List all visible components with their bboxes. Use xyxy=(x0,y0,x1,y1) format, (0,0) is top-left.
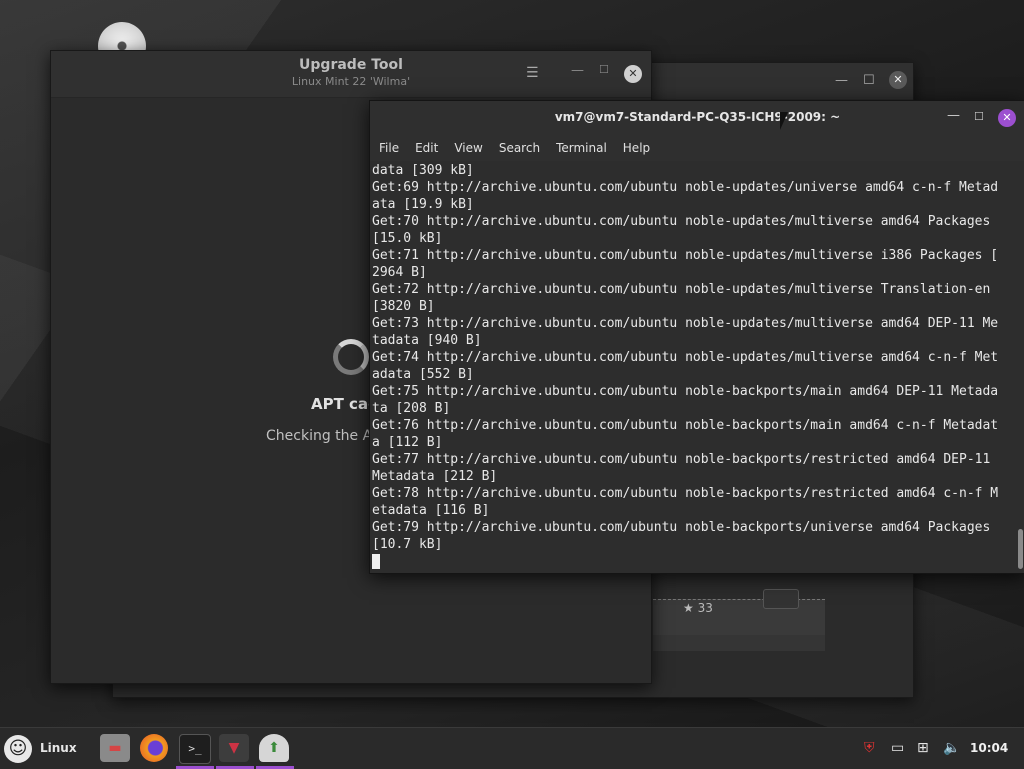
terminal-line: Get:75 http://archive.ubuntu.com/ubuntu … xyxy=(372,384,999,399)
terminal-line: ata [19.9 kB] xyxy=(372,197,474,212)
terminal-line: Get:74 http://archive.ubuntu.com/ubuntu … xyxy=(372,350,999,365)
menu-search[interactable]: Search xyxy=(499,141,540,155)
cinnamon-icon[interactable]: ▼ xyxy=(219,734,249,762)
shield-icon[interactable]: ⛨ xyxy=(864,740,875,756)
terminal-line: Get:72 http://archive.ubuntu.com/ubuntu … xyxy=(372,282,991,297)
terminal-line: [15.0 kB] xyxy=(372,231,443,246)
terminal-line: Get:69 http://archive.ubuntu.com/ubuntu … xyxy=(372,180,999,195)
terminal-line: Metadata [212 B] xyxy=(372,469,498,484)
terminal-line: [10.7 kB] xyxy=(372,537,443,552)
menu-edit[interactable]: Edit xyxy=(415,141,438,155)
maximize-icon[interactable]: ☐ xyxy=(863,73,875,88)
terminal-line: Get:76 http://archive.ubuntu.com/ubuntu … xyxy=(372,418,999,433)
minimize-icon[interactable]: — xyxy=(947,108,960,123)
terminal-line: tadata [940 B] xyxy=(372,333,482,348)
minimize-icon[interactable]: — xyxy=(571,63,584,78)
menu-terminal[interactable]: Terminal xyxy=(556,141,607,155)
network-icon[interactable]: ⊞ xyxy=(917,740,929,756)
terminal-cursor xyxy=(372,554,380,569)
volume-icon[interactable]: 🔈 xyxy=(943,740,960,756)
upgrade-tool-titlebar[interactable]: Upgrade Tool Linux Mint 22 'Wilma' ☰ — ☐… xyxy=(51,51,651,98)
close-icon[interactable]: ✕ xyxy=(889,71,907,89)
terminal-line: Get:71 http://archive.ubuntu.com/ubuntu … xyxy=(372,248,999,263)
terminal-window: vm7@vm7-Standard-PC-Q35-ICH9-2009: ~ — ☐… xyxy=(369,100,1024,574)
menu-help[interactable]: Help xyxy=(623,141,650,155)
window-title: Upgrade Tool xyxy=(299,57,403,73)
terminal-line: Get:70 http://archive.ubuntu.com/ubuntu … xyxy=(372,214,991,229)
status-subtitle: Checking the AP xyxy=(266,428,381,444)
clock[interactable]: 10:04 xyxy=(970,741,1008,755)
divider xyxy=(653,599,825,600)
terminal-titlebar[interactable]: vm7@vm7-Standard-PC-Q35-ICH9-2009: ~ — ☐… xyxy=(370,101,1024,135)
terminal-icon[interactable]: >_ xyxy=(179,734,211,764)
maximize-icon[interactable]: ☐ xyxy=(599,63,609,76)
terminal-line: Get:77 http://archive.ubuntu.com/ubuntu … xyxy=(372,452,991,467)
terminal-line: etadata [116 B] xyxy=(372,503,490,518)
background-bottom-panel xyxy=(653,635,825,651)
taskbar: ☺ Linux ▬ >_ ▼ ⬆ ⛨ ▭ ⊞ 🔈 10:04 xyxy=(0,727,1024,769)
background-list-strip: ★ 33 xyxy=(653,589,825,635)
terminal-line: a [112 B] xyxy=(372,435,443,450)
maximize-icon[interactable]: ☐ xyxy=(974,110,984,123)
terminal-output[interactable]: data [309 kB] Get:69 http://archive.ubun… xyxy=(372,162,1013,573)
menu-file[interactable]: File xyxy=(379,141,399,155)
terminal-line: adata [552 B] xyxy=(372,367,474,382)
install-button[interactable] xyxy=(763,589,799,609)
files-icon[interactable]: ▬ xyxy=(100,734,130,762)
hamburger-menu-icon[interactable]: ☰ xyxy=(526,65,539,81)
close-icon[interactable]: ✕ xyxy=(624,65,642,83)
menu-view[interactable]: View xyxy=(454,141,482,155)
terminal-line: Get:78 http://archive.ubuntu.com/ubuntu … xyxy=(372,486,999,501)
terminal-line: Get:73 http://archive.ubuntu.com/ubuntu … xyxy=(372,316,999,331)
window-subtitle: Linux Mint 22 'Wilma' xyxy=(291,75,411,88)
star-count: 33 xyxy=(697,601,713,615)
terminal-line: [3820 B] xyxy=(372,299,435,314)
status-title: APT cac xyxy=(311,395,377,413)
terminal-line: Get:79 http://archive.ubuntu.com/ubuntu … xyxy=(372,520,991,535)
terminal-line: ta [208 B] xyxy=(372,401,451,416)
mouse-pointer-icon xyxy=(780,112,788,130)
mint-menu-icon[interactable]: ☺ xyxy=(4,735,32,763)
display-icon[interactable]: ▭ xyxy=(891,740,904,756)
loading-spinner-icon xyxy=(333,339,369,375)
terminal-scrollbar[interactable] xyxy=(1018,529,1023,569)
menu-label[interactable]: Linux xyxy=(40,741,77,755)
terminal-line: data [309 kB] xyxy=(372,163,474,178)
terminal-menubar: File Edit View Search Terminal Help xyxy=(370,135,1024,161)
terminal-line: 2964 B] xyxy=(372,265,427,280)
terminal-title: vm7@vm7-Standard-PC-Q35-ICH9-2009: ~ xyxy=(554,110,841,124)
close-icon[interactable]: ✕ xyxy=(998,109,1016,127)
minimize-icon[interactable]: — xyxy=(835,73,848,88)
terminal-cursor-line xyxy=(372,553,1013,570)
upgrade-tool-icon[interactable]: ⬆ xyxy=(259,734,289,762)
star-rating: ★ 33 xyxy=(683,601,713,615)
firefox-icon[interactable] xyxy=(140,734,168,762)
